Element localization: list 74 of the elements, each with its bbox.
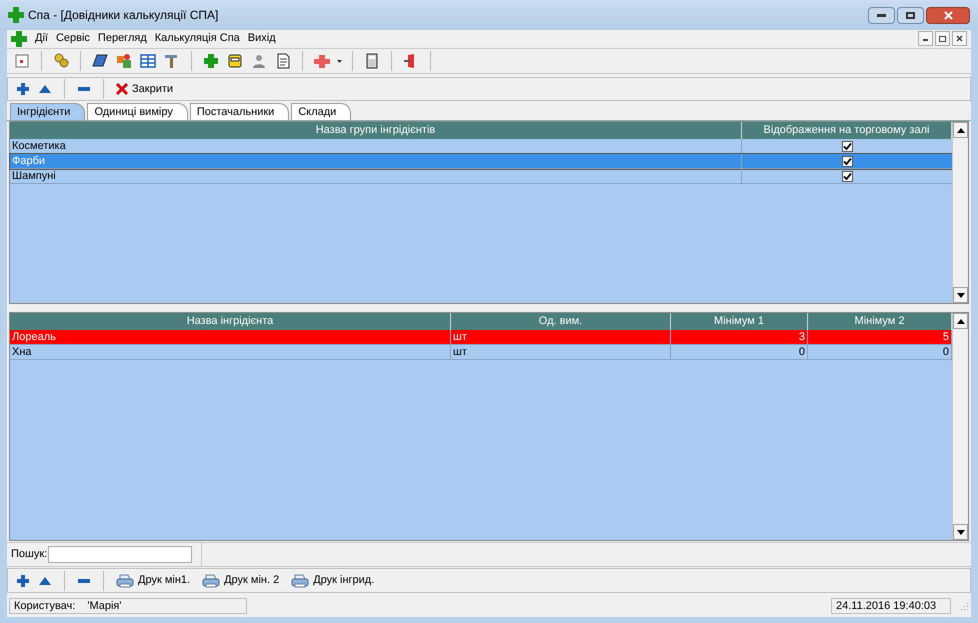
column-header[interactable]: Мінімум 1	[671, 313, 808, 330]
tab[interactable]: Постачальники	[190, 103, 290, 120]
caret-icon[interactable]	[337, 60, 342, 62]
close-icon	[956, 35, 963, 42]
user-name: 'Марія'	[87, 598, 122, 614]
table-cell: шт	[453, 346, 467, 358]
maximize-button[interactable]	[897, 6, 924, 24]
plus-icon[interactable]	[202, 52, 220, 70]
table-icon[interactable]	[139, 52, 157, 70]
table-cell: 5	[942, 331, 949, 343]
print-button[interactable]: Друк мін1.	[116, 572, 190, 589]
checkbox[interactable]	[842, 170, 852, 182]
user-label: Користувач:	[14, 598, 76, 614]
boxes-icon[interactable]	[115, 52, 133, 70]
menu-item[interactable]: Перегляд	[98, 30, 147, 47]
app-cross-icon	[11, 30, 27, 46]
column-header[interactable]: Назва інгрідієнта	[10, 313, 451, 330]
tab[interactable]: Склади	[291, 103, 352, 120]
table-row[interactable]: Хна шт 0 0	[10, 345, 952, 360]
menu-item[interactable]: Дії	[35, 30, 48, 47]
scrollbar[interactable]	[952, 122, 968, 303]
table-cell: 0	[798, 346, 805, 358]
user-icon[interactable]	[250, 52, 268, 70]
table-cell: Косметика	[12, 140, 66, 152]
table-cell: Фарби	[12, 155, 46, 167]
search-label: Пошук:	[11, 547, 48, 562]
printer-icon	[116, 572, 134, 588]
minus-icon[interactable]	[77, 86, 91, 92]
print-button[interactable]: Друк інгрид.	[291, 572, 374, 589]
tab[interactable]: Інгрідієнти	[10, 103, 86, 120]
close-button[interactable]: Закрити	[116, 80, 174, 98]
checkbox[interactable]	[842, 156, 852, 166]
window-title: Спа - [Довідники калькуляції СПА]	[28, 7, 218, 24]
menu-item[interactable]: Сервіс	[56, 30, 90, 47]
close-icon	[944, 10, 952, 20]
column-header[interactable]: Од. вим.	[451, 313, 671, 330]
table-cell: шт	[453, 331, 467, 343]
restore-button[interactable]	[935, 31, 950, 46]
menu-item[interactable]: Вихід	[248, 30, 276, 47]
close-icon	[116, 83, 128, 95]
app-cross-icon	[8, 7, 24, 23]
table-row[interactable]: Шампуні	[10, 169, 952, 184]
menu-item[interactable]: Калькуляція Спа	[154, 30, 240, 47]
scrollbar[interactable]	[952, 313, 968, 540]
column-header[interactable]: Відображення на торговому залі	[742, 122, 952, 139]
printer-icon	[202, 572, 220, 588]
table-cell: Шампуні	[12, 170, 56, 182]
table-cell: Хна	[12, 346, 32, 358]
table-cell: 0	[942, 346, 949, 358]
close-button[interactable]	[952, 31, 967, 46]
down-arrow-icon[interactable]	[956, 530, 964, 534]
minus-icon[interactable]	[77, 578, 91, 584]
close-button[interactable]	[926, 6, 970, 24]
print-button[interactable]: Друк мін. 2	[202, 572, 280, 589]
table-cell: 3	[798, 331, 805, 343]
checkbox[interactable]	[842, 140, 852, 152]
search-field[interactable]	[48, 546, 192, 563]
plus-icon[interactable]	[16, 82, 30, 96]
medical-cross-icon[interactable]	[313, 52, 331, 70]
column-header[interactable]: Назва групи інгрідієнтів	[10, 122, 742, 139]
plus-icon[interactable]	[16, 574, 30, 588]
minimize-button[interactable]	[868, 6, 895, 24]
up-arrow-icon[interactable]	[956, 128, 964, 132]
printer-icon	[291, 572, 310, 588]
column-header[interactable]: Мінімум 2	[808, 313, 952, 330]
up-arrow-icon[interactable]	[956, 318, 964, 324]
window-icon[interactable]	[13, 52, 31, 70]
datetime: 24.11.2016 19:40:03	[831, 598, 951, 614]
table-row[interactable]: Лореаль шт 3 5	[10, 330, 952, 345]
down-arrow-icon[interactable]	[956, 292, 964, 298]
tab[interactable]: Одиниці виміру	[87, 103, 188, 120]
minimize-button[interactable]	[918, 31, 933, 46]
resize-grip-icon	[959, 601, 969, 611]
table-cell: Лореаль	[12, 331, 56, 343]
